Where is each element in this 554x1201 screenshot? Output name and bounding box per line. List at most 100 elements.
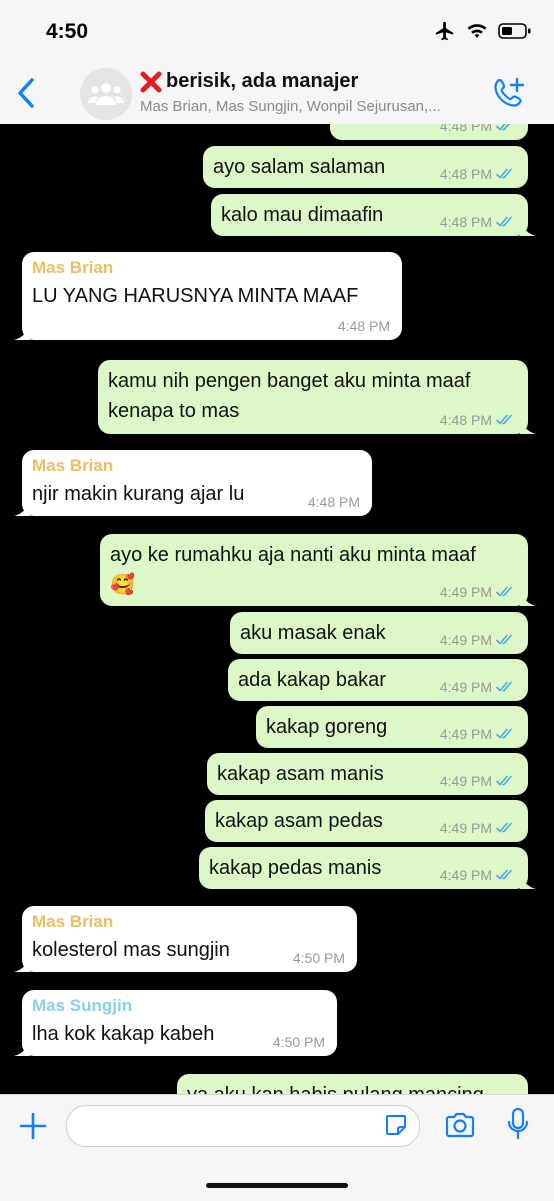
message-time: 4:49 PM <box>439 820 492 836</box>
status-bar: 4:50 <box>0 0 554 58</box>
message-time: 4:48 PM <box>439 124 492 134</box>
outgoing-message[interactable]: ayo ke rumahku aja nanti aku minta maaf 🥰… <box>100 534 536 606</box>
chevron-left-icon[interactable] <box>12 76 42 110</box>
message-text: kamu nih pengen banget aku minta maaf <box>108 370 471 392</box>
chat-header: berisik, ada manajer Mas Brian, Mas Sung… <box>0 58 554 125</box>
double-check-icon <box>496 869 512 880</box>
message-meta: 4:48 PM <box>338 318 390 334</box>
outgoing-message[interactable]: ribet 4:48 PM <box>330 124 528 140</box>
chat-title: berisik, ada manajer <box>166 70 359 92</box>
outgoing-message[interactable]: kalo mau dimaafin 4:48 PM <box>211 194 536 236</box>
airplane-icon <box>435 21 454 41</box>
message-list[interactable]: ribet4:48 PMayo salam salaman4:48 PMkalo… <box>0 124 554 1094</box>
message-time: 4:50 PM <box>272 1034 325 1050</box>
message-text: LU YANG HARUSNYA MINTA MAAF <box>32 285 359 307</box>
message-meta: 4:49 PM <box>440 584 516 600</box>
double-check-icon <box>496 634 512 645</box>
message-text: aku masak enak <box>240 622 386 644</box>
wifi-icon <box>467 24 487 38</box>
message-time: 4:49 PM <box>439 867 492 883</box>
camera-icon[interactable] <box>444 1111 476 1139</box>
message-time: 4:48 PM <box>439 166 492 182</box>
message-text: ya aku kan habis pulang mancing <box>187 1081 484 1094</box>
message-meta: 4:48 PM <box>440 166 516 182</box>
incoming-message[interactable]: Mas Brian kolesterol mas sungjin 4:50 PM <box>14 906 357 972</box>
message-meta: 4:49 PM <box>440 773 516 789</box>
chat-participants[interactable]: Mas Brian, Mas Sungjin, Wonpil Sejurusan… <box>140 98 480 115</box>
sender-name[interactable]: Mas Sungjin <box>32 996 132 1016</box>
chat-title-row[interactable]: berisik, ada manajer <box>140 70 358 93</box>
bubble-tail <box>520 873 536 889</box>
message-time: 4:50 PM <box>292 950 345 966</box>
double-check-icon <box>496 414 512 425</box>
message-time: 4:49 PM <box>439 584 492 600</box>
message-text: njir makin kurang ajar lu <box>32 483 245 505</box>
outgoing-message[interactable]: kamu nih pengen banget aku minta maaf ken… <box>98 360 536 434</box>
message-input[interactable] <box>66 1105 420 1147</box>
sticker-icon[interactable] <box>384 1113 408 1137</box>
double-check-icon <box>496 124 510 131</box>
double-check-icon <box>496 728 512 739</box>
message-text: ayo ke rumahku aja nanti aku minta maaf <box>110 544 476 566</box>
double-check-icon <box>496 775 512 786</box>
message-time: 4:49 PM <box>439 632 492 648</box>
message-text: kenapa to mas <box>108 400 240 422</box>
incoming-message[interactable]: Mas Sungjin lha kok kakap kabeh 4:50 PM <box>14 990 337 1056</box>
message-meta: 4:49 PM <box>440 632 516 648</box>
battery-icon <box>498 23 531 39</box>
message-meta: 4:50 PM <box>273 1034 325 1050</box>
message-text: ayo salam salaman <box>213 156 386 178</box>
double-check-icon <box>496 586 512 597</box>
message-time: 4:49 PM <box>439 679 492 695</box>
group-avatar[interactable] <box>80 68 132 120</box>
bubble-tail <box>520 220 536 236</box>
outgoing-message[interactable]: ayo salam salaman 4:48 PM <box>203 146 528 188</box>
message-time: 4:49 PM <box>439 773 492 789</box>
message-text: 🥰 <box>110 574 135 596</box>
home-indicator <box>206 1183 348 1188</box>
add-call-icon[interactable] <box>492 76 526 110</box>
outgoing-message[interactable]: aku masak enak 4:49 PM <box>230 612 528 654</box>
outgoing-message[interactable]: ada kakap bakar 4:49 PM <box>228 659 528 701</box>
message-text: kakap goreng <box>266 716 388 738</box>
message-time: 4:49 PM <box>439 726 492 742</box>
double-check-icon <box>496 681 512 692</box>
input-bar <box>0 1094 554 1201</box>
message-meta: 4:49 PM <box>440 679 516 695</box>
group-icon <box>88 83 124 105</box>
double-check-icon <box>496 216 512 227</box>
double-check-icon <box>496 168 512 179</box>
message-meta: 4:50 PM <box>293 950 345 966</box>
message-meta: 4:48 PM <box>308 494 360 510</box>
incoming-message[interactable]: Mas Brian njir makin kurang ajar lu 4:48 P… <box>14 450 372 516</box>
outgoing-message[interactable]: kakap asam pedas 4:49 PM <box>205 800 528 842</box>
message-text: kakap asam pedas <box>215 810 383 832</box>
message-text: kakap pedas manis <box>209 857 382 879</box>
outgoing-message[interactable]: kakap asam manis 4:49 PM <box>207 753 528 795</box>
message-meta: 4:48 PM <box>440 214 516 230</box>
message-text: kakap asam manis <box>217 763 384 785</box>
double-check-icon <box>496 822 512 833</box>
incoming-message[interactable]: Mas Brian LU YANG HARUSNYA MINTA MAAF 4:48… <box>14 252 402 340</box>
message-time: 4:48 PM <box>307 494 360 510</box>
red-x-icon <box>140 71 162 92</box>
bubble-tail <box>520 590 536 606</box>
sender-name[interactable]: Mas Brian <box>32 258 113 278</box>
sender-name[interactable]: Mas Brian <box>32 912 113 932</box>
message-text: ada kakap bakar <box>238 669 386 691</box>
bubble-tail <box>520 418 536 434</box>
outgoing-message[interactable]: kakap pedas manis 4:49 PM <box>199 847 536 889</box>
plus-icon[interactable] <box>18 1111 48 1141</box>
mic-icon[interactable] <box>506 1107 530 1141</box>
bubble-tail <box>14 500 30 516</box>
message-text: ribet <box>340 124 379 126</box>
outgoing-message[interactable]: ya aku kan habis pulang mancing <box>177 1074 528 1094</box>
bubble-tail <box>14 324 30 340</box>
message-meta: 4:49 PM <box>440 867 516 883</box>
status-time: 4:50 <box>46 20 89 43</box>
message-time: 4:48 PM <box>439 412 492 428</box>
sender-name[interactable]: Mas Brian <box>32 456 113 476</box>
outgoing-message[interactable]: kakap goreng 4:49 PM <box>256 706 528 748</box>
message-meta: 4:49 PM <box>440 820 516 836</box>
message-time: 4:48 PM <box>337 318 390 334</box>
